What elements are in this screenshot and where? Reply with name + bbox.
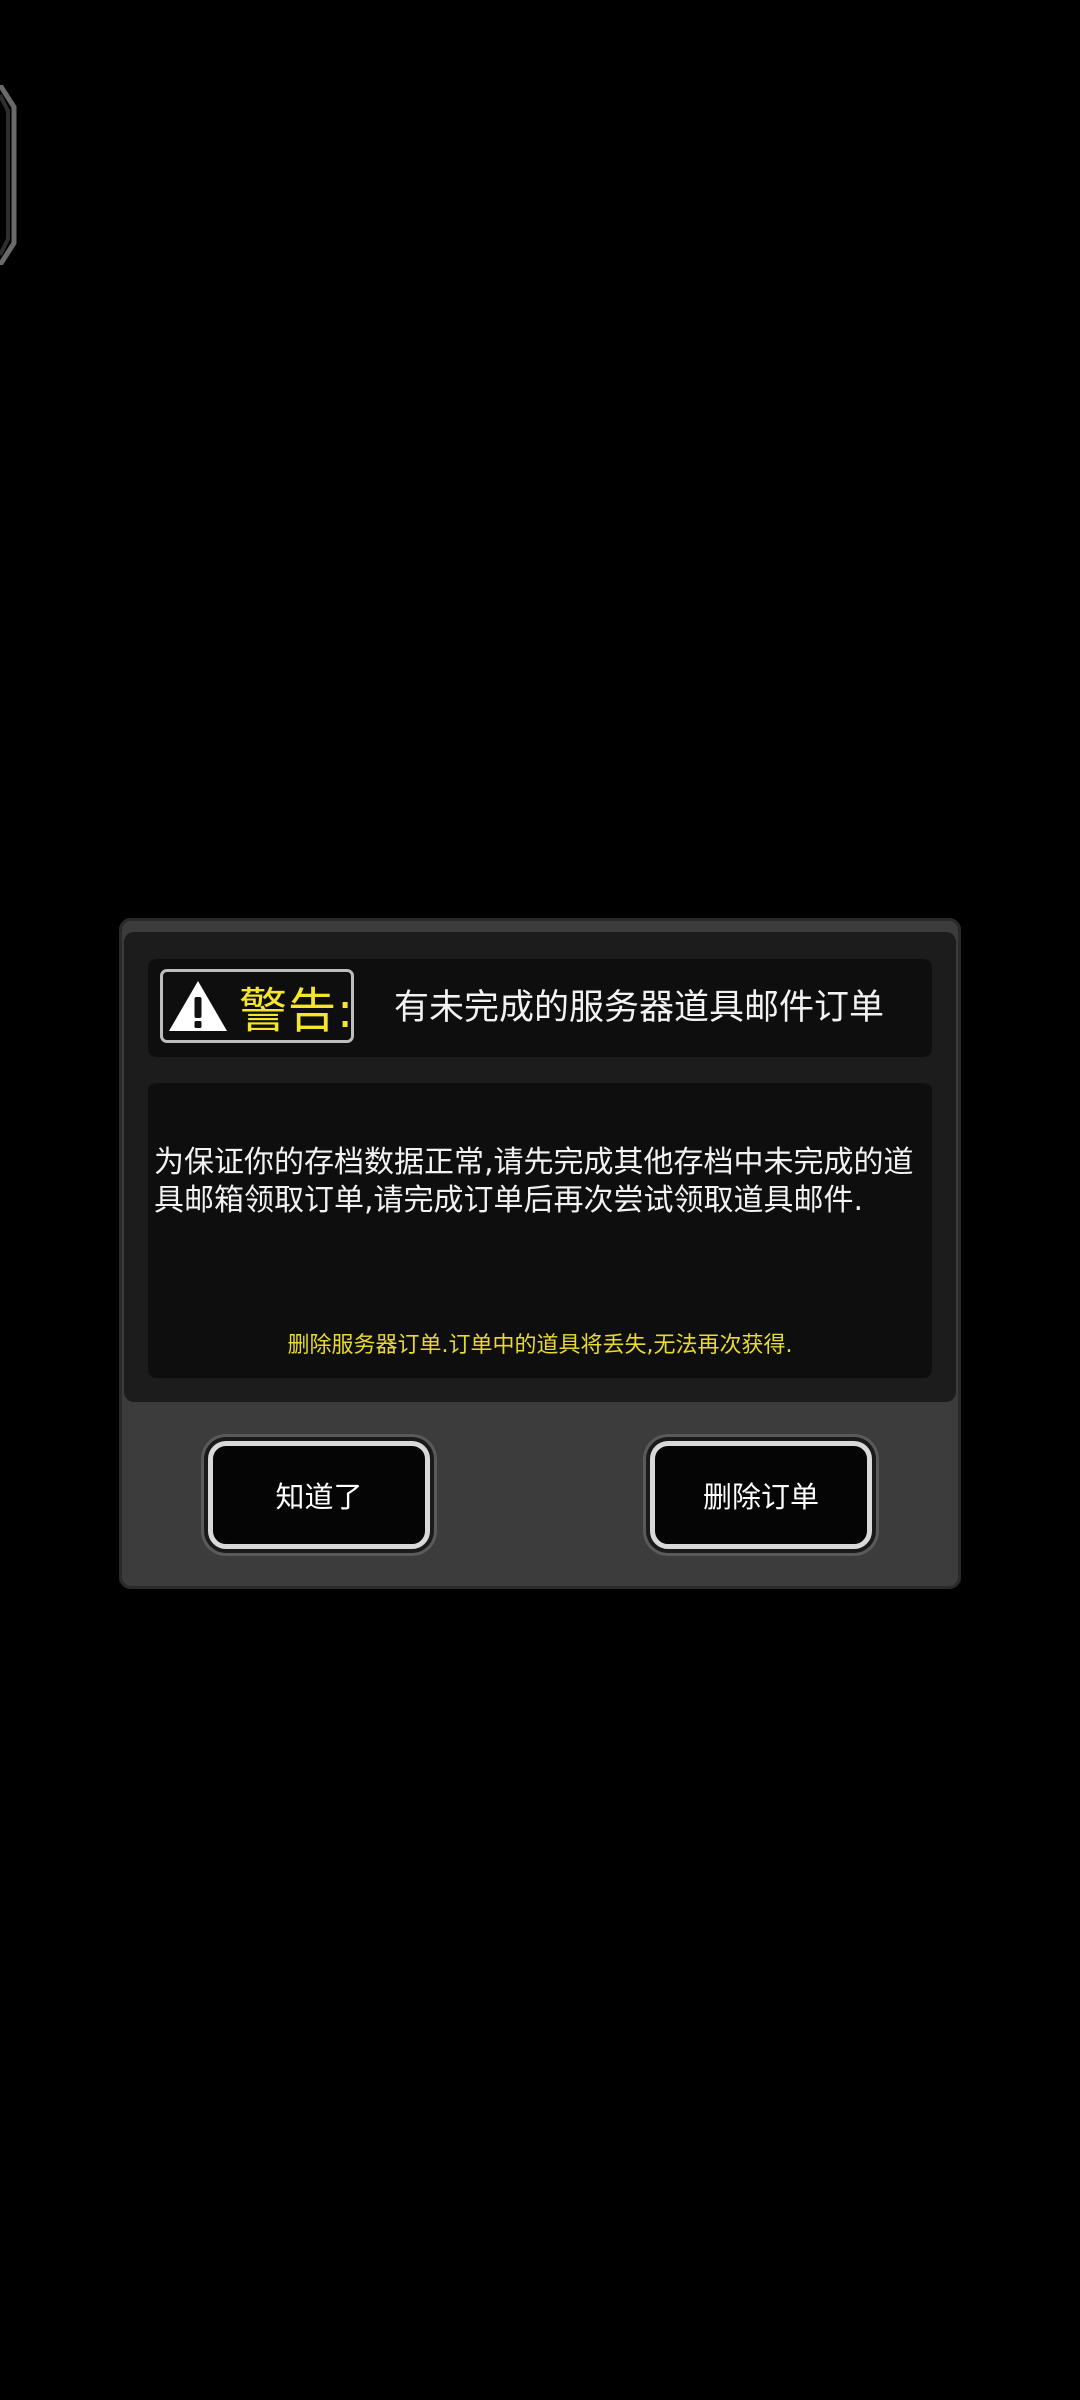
warning-triangle-icon <box>169 981 227 1031</box>
ok-button[interactable]: 知道了 <box>208 1441 430 1549</box>
partial-hexagon-shape <box>0 85 17 265</box>
delete-warning-note: 删除服务器订单.订单中的道具将丢失,无法再次获得. <box>287 1333 793 1358</box>
screen: 警告: 有未完成的服务器道具邮件订单 为保证你的存档数据正常,请先完成其他存档中… <box>0 0 1080 2400</box>
dialog-message: 为保证你的存档数据正常,请先完成其他存档中未完成的道具邮箱领取订单,请完成订单后… <box>154 1145 914 1218</box>
dialog-message-panel: 为保证你的存档数据正常,请先完成其他存档中未完成的道具邮箱领取订单,请完成订单后… <box>148 1083 932 1378</box>
delete-order-button[interactable]: 删除订单 <box>650 1441 872 1549</box>
warning-badge: 警告: <box>160 969 354 1043</box>
dialog-title: 有未完成的服务器道具邮件订单 <box>394 988 885 1028</box>
dialog-title-bar: 警告: 有未完成的服务器道具邮件订单 <box>148 959 932 1057</box>
warning-label: 警告: <box>239 983 355 1039</box>
